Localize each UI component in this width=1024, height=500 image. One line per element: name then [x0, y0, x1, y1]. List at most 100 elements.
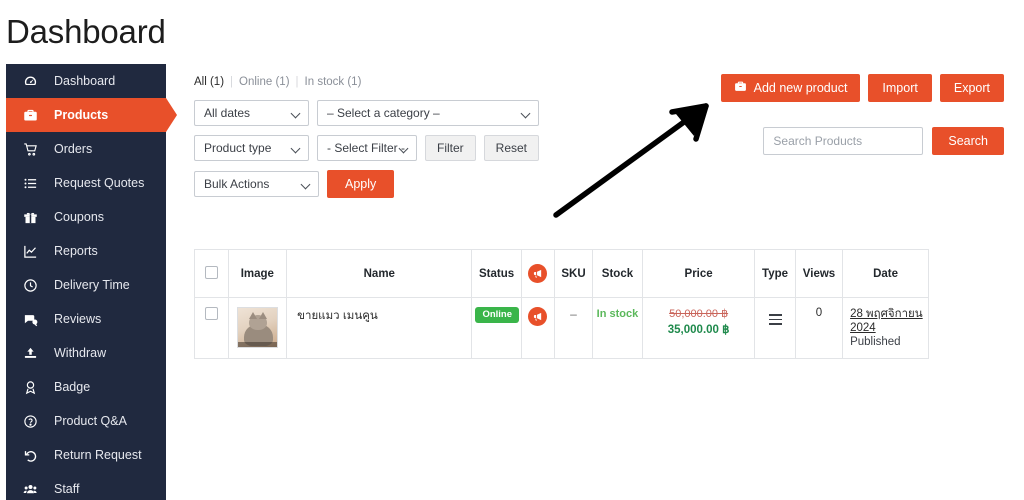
- gift-icon: [23, 210, 45, 225]
- sidebar: Dashboard Products Orders Request Quotes: [6, 64, 177, 500]
- sidebar-item-label: Return Request: [54, 448, 142, 462]
- hamburger-icon[interactable]: [768, 314, 782, 325]
- filter-row-3: Bulk Actions Apply: [194, 170, 1014, 198]
- row-sku-cell: –: [554, 297, 593, 359]
- sidebar-item-label: Withdraw: [54, 346, 107, 360]
- sidebar-item-label: Orders: [54, 142, 93, 156]
- sidebar-item-product-qa[interactable]: Product Q&A: [6, 404, 166, 438]
- stock-value: In stock: [596, 308, 639, 320]
- sidebar-item-label: Dashboard: [54, 74, 116, 88]
- products-table: Image Name Status SKU Stock Price Type V…: [194, 249, 929, 359]
- table-row: ขายแมว เมนคูน Online – In stock 50,000.0…: [194, 297, 929, 359]
- header-price[interactable]: Price: [642, 249, 756, 298]
- upload-icon: [23, 346, 45, 361]
- price-original: 50,000.00 ฿: [669, 308, 729, 320]
- category-filter-select[interactable]: – Select a category –: [317, 100, 539, 126]
- status-badge: Online: [475, 307, 520, 323]
- clock-icon: [23, 278, 45, 293]
- header-status[interactable]: Status: [471, 249, 522, 298]
- header-date[interactable]: Date: [842, 249, 929, 298]
- header-image[interactable]: Image: [227, 249, 288, 298]
- sidebar-item-badge[interactable]: Badge: [6, 370, 166, 404]
- date-filter-select[interactable]: All dates: [194, 100, 309, 126]
- add-new-product-button[interactable]: Add new product: [720, 74, 861, 102]
- row-image-cell: [227, 297, 288, 359]
- export-button[interactable]: Export: [939, 74, 1004, 102]
- megaphone-icon[interactable]: [528, 307, 548, 326]
- row-price-cell: 50,000.00 ฿ 35,000.00 ฿: [642, 297, 756, 359]
- row-type-cell: [754, 297, 796, 359]
- import-button[interactable]: Import: [868, 74, 932, 102]
- top-actions-group: Add new product Import Export: [720, 74, 1004, 102]
- shopping-cart-icon: [23, 142, 45, 157]
- table-header-row: Image Name Status SKU Stock Price Type V…: [194, 249, 929, 298]
- row-select-cell: [194, 297, 229, 359]
- select-all-header: [194, 249, 229, 298]
- product-thumbnail[interactable]: [236, 307, 278, 348]
- sidebar-item-withdraw[interactable]: Withdraw: [6, 336, 166, 370]
- price-sale: 35,000.00 ฿: [667, 324, 730, 336]
- tab-online[interactable]: Online (1): [239, 76, 290, 88]
- briefcase-icon: [734, 80, 747, 96]
- sku-value: –: [570, 307, 577, 321]
- tab-all[interactable]: All (1): [194, 76, 224, 88]
- row-status-cell: Online: [471, 297, 522, 359]
- sidebar-item-label: Reports: [54, 244, 98, 258]
- sidebar-item-coupons[interactable]: Coupons: [6, 200, 166, 234]
- sidebar-item-label: Products: [54, 108, 109, 122]
- select-filter-select[interactable]: - Select Filter -: [317, 135, 417, 161]
- bulk-actions-select[interactable]: Bulk Actions: [194, 171, 319, 197]
- row-stock-cell: In stock: [591, 297, 644, 359]
- header-promo[interactable]: [520, 249, 556, 298]
- header-type[interactable]: Type: [754, 249, 796, 298]
- sidebar-item-return-request[interactable]: Return Request: [6, 438, 166, 472]
- sidebar-item-reports[interactable]: Reports: [6, 234, 166, 268]
- apply-button[interactable]: Apply: [327, 170, 395, 198]
- sidebar-item-label: Staff: [54, 482, 80, 496]
- header-views[interactable]: Views: [794, 249, 844, 298]
- header-stock[interactable]: Stock: [591, 249, 644, 298]
- row-views-cell: 0: [794, 297, 844, 359]
- sidebar-item-dashboard[interactable]: Dashboard: [6, 64, 166, 98]
- page-title: Dashboard: [6, 13, 166, 50]
- sidebar-item-label: Reviews: [54, 312, 102, 326]
- select-all-checkbox[interactable]: [204, 265, 218, 279]
- gauge-icon: [23, 74, 45, 89]
- filter-button[interactable]: Filter: [425, 135, 476, 161]
- sidebar-item-reviews[interactable]: Reviews: [6, 302, 166, 336]
- reset-button[interactable]: Reset: [483, 135, 540, 161]
- row-date-cell: 28 พฤศจิกายน 2024 Published: [842, 297, 929, 359]
- product-type-select[interactable]: Product type: [194, 135, 309, 161]
- megaphone-icon[interactable]: [528, 264, 548, 283]
- filter-row-1: All dates – Select a category –: [194, 100, 1014, 126]
- add-new-product-label: Add new product: [753, 81, 848, 95]
- row-checkbox[interactable]: [204, 307, 218, 320]
- row-promo-cell: [520, 297, 556, 359]
- date-value[interactable]: 28 พฤศจิกายน 2024: [850, 308, 923, 334]
- tab-separator: |: [295, 75, 299, 88]
- header-sku[interactable]: SKU: [554, 249, 593, 298]
- chart-line-icon: [23, 244, 45, 259]
- sidebar-item-label: Delivery Time: [54, 278, 130, 292]
- sidebar-item-request-quotes[interactable]: Request Quotes: [6, 166, 166, 200]
- sidebar-item-label: Coupons: [54, 210, 105, 224]
- sidebar-item-label: Badge: [54, 380, 91, 394]
- sidebar-item-orders[interactable]: Orders: [6, 132, 166, 166]
- products-content: All (1) | Online (1) | In stock (1) Add …: [194, 64, 1014, 359]
- sidebar-item-products[interactable]: Products: [6, 98, 177, 132]
- sidebar-item-label: Request Quotes: [54, 176, 145, 190]
- filters-panel: All dates – Select a category – Product …: [194, 100, 1014, 198]
- date-status: Published: [850, 336, 901, 348]
- row-name-cell[interactable]: ขายแมว เมนคูน: [286, 297, 473, 359]
- header-name[interactable]: Name: [286, 249, 473, 298]
- sidebar-item-staff[interactable]: Staff: [6, 472, 166, 500]
- list-icon: [23, 176, 45, 191]
- filter-row-2: Product type - Select Filter - Filter Re…: [194, 135, 1014, 161]
- briefcase-icon: [23, 108, 45, 123]
- tab-separator: |: [230, 75, 234, 88]
- sidebar-item-delivery-time[interactable]: Delivery Time: [6, 268, 166, 302]
- sidebar-item-label: Product Q&A: [54, 414, 127, 428]
- tab-in-stock[interactable]: In stock (1): [305, 76, 362, 88]
- question-circle-icon: [23, 414, 45, 429]
- dashboard-page: Dashboard Dashboard Products Orders Requ…: [0, 0, 1024, 500]
